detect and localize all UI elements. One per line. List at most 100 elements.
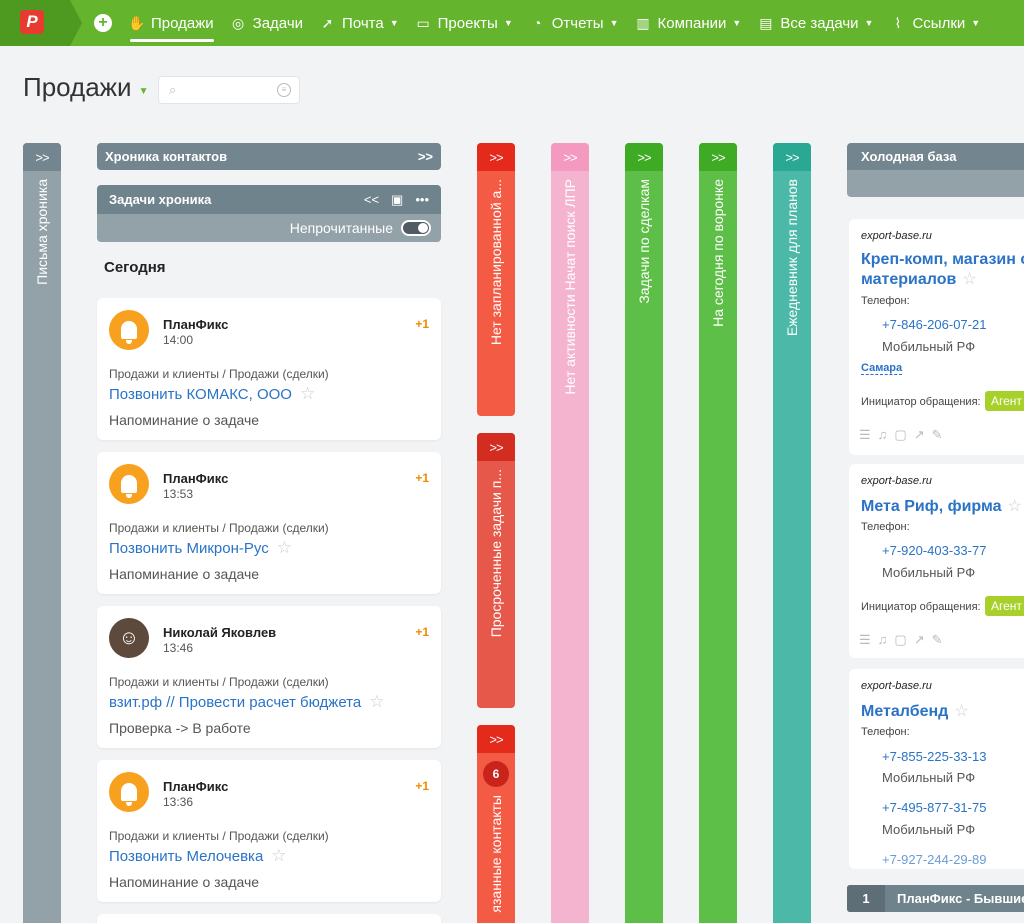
card-plus-badge: +1 [415, 471, 429, 485]
expand-icon[interactable]: >> [551, 143, 589, 171]
card-time: 13:46 [163, 641, 194, 655]
list-item[interactable]: ПланФикс 13:53 +1 Продажи и клиенты / Пр… [97, 452, 441, 594]
collapse-icon[interactable]: << [364, 192, 379, 208]
expand-icon[interactable]: >> [477, 725, 515, 753]
star-icon[interactable]: ☆ [271, 846, 286, 866]
logo[interactable]: P [0, 0, 82, 46]
list-icon[interactable]: ☰ [859, 632, 871, 648]
list-item[interactable]: ПланФикс 14:00 +1 Продажи и клиенты / Пр… [97, 298, 441, 440]
chevron-down-icon: ▼ [503, 18, 513, 28]
chevron-down-icon: ▼ [138, 86, 149, 97]
card-title[interactable]: Металбенд [861, 703, 948, 720]
column-diary[interactable]: >> Ежедневник для планов [773, 143, 811, 923]
nav-companies[interactable]: ▥ Компании ▼ [635, 0, 741, 46]
chevron-down-icon: ▼ [609, 18, 619, 28]
expand-icon[interactable]: >> [418, 149, 433, 164]
nav-label: Почта [342, 14, 384, 32]
check-circle-icon: ◎ [232, 14, 245, 31]
group-label: ПланФикс - Бывшие/ [897, 891, 1024, 906]
star-icon[interactable]: ☆ [1008, 498, 1022, 515]
card-title[interactable]: материалов [861, 271, 956, 288]
add-icon[interactable]: + [94, 14, 112, 32]
clipboard-icon: ▤ [759, 14, 773, 31]
column-title: Письма хроника [34, 179, 50, 285]
expand-icon[interactable]: >> [23, 143, 61, 171]
card-title[interactable]: Мета Риф, фирма [861, 498, 1002, 515]
bell-icon[interactable]: ♫ [878, 632, 888, 648]
phone-link[interactable]: +7-855-225-33-13 [882, 749, 986, 764]
search-input[interactable]: ⌕ ≡ [158, 76, 300, 104]
nav-projects[interactable]: ▭ Проекты ▼ [415, 0, 513, 46]
chevron-down-icon: ▼ [864, 18, 874, 28]
contact-card[interactable]: export-base.ru Металбенд ☆ Телефон: +7-85… [849, 669, 1024, 869]
group-bar[interactable]: 1 ПланФикс - Бывшие/ [847, 885, 1024, 912]
contact-card[interactable]: export-base.ru Креп-комп, магазин с мате… [849, 219, 1024, 455]
card-time: 14:00 [163, 333, 194, 347]
more-icon[interactable]: ••• [415, 192, 429, 208]
expand-icon[interactable]: >> [477, 433, 515, 461]
phone-link[interactable]: +7-920-403-33-77 [882, 543, 986, 558]
list-icon[interactable]: ☰ [859, 427, 871, 443]
column-deal-tasks[interactable]: >> Задачи по сделкам [625, 143, 663, 923]
card-source: export-base.ru [861, 680, 932, 692]
list-item[interactable]: ПланФикс 13:36 +1 Продажи и клиенты / Пр… [97, 760, 441, 902]
list-item[interactable] [97, 914, 441, 923]
avatar: ☺ [109, 618, 149, 658]
card-path: Продажи и клиенты / Продажи (сделки) [109, 521, 329, 535]
column-today-funnel[interactable]: >> На сегодня по воронке [699, 143, 737, 923]
forward-icon[interactable]: ↗ [914, 427, 925, 443]
column-title: Ежедневник для планов [784, 179, 800, 337]
nav-links[interactable]: ⌇ Ссылки ▼ [889, 0, 981, 46]
filter-icon[interactable]: ≡ [277, 83, 291, 97]
star-icon[interactable]: ☆ [962, 271, 976, 288]
nav-all-tasks[interactable]: ▤ Все задачи ▼ [757, 0, 873, 46]
column-overdue-tasks[interactable]: >> Просроченные задачи п... [477, 433, 515, 708]
card-path: Продажи и клиенты / Продажи (сделки) [109, 829, 329, 843]
nav-label: Компании [657, 14, 727, 32]
star-icon[interactable]: ☆ [300, 384, 315, 404]
contact-card[interactable]: export-base.ru Мета Риф, фирма ☆ Телефон:… [849, 464, 1024, 658]
cold-base-column-header[interactable]: Холодная база [847, 143, 1024, 197]
chevron-down-icon: ▼ [389, 18, 399, 28]
unread-label: Непрочитанные [289, 220, 393, 236]
edit-icon[interactable]: ✎ [932, 632, 943, 648]
expand-icon[interactable]: >> [773, 143, 811, 171]
nav-sales[interactable]: ✋ Продажи [128, 0, 214, 46]
bell-icon[interactable]: ♫ [878, 427, 888, 443]
column-letters-chronicle[interactable]: >> Письма хроника [23, 143, 61, 923]
expand-icon[interactable]: >> [477, 143, 515, 171]
forward-icon[interactable]: ↗ [914, 632, 925, 648]
nav-tasks[interactable]: ◎ Задачи [230, 0, 303, 46]
card-task-link[interactable]: Позвонить Микрон-Рус [109, 540, 269, 557]
phone-link[interactable]: +7-495-877-31-75 [882, 800, 986, 815]
city-link[interactable]: Самара [861, 362, 903, 375]
initiator-label: Инициатор обращения: [861, 601, 981, 613]
star-icon[interactable]: ☆ [369, 692, 384, 712]
comment-icon[interactable]: ▢ [894, 632, 906, 648]
card-task-link[interactable]: взит.рф // Провести расчет бюджета [109, 694, 361, 711]
nav-mail[interactable]: ➚ Почта ▼ [319, 0, 399, 46]
column-no-activity[interactable]: >> Нет активности Начат поиск ЛПР [551, 143, 589, 923]
list-item[interactable]: ☺ Николай Яковлев 13:46 +1 Продажи и кли… [97, 606, 441, 748]
nav-reports[interactable]: ◔ Отчеты ▼ [529, 0, 619, 46]
card-task-link[interactable]: Позвонить Мелочевка [109, 848, 263, 865]
scan-icon[interactable]: ▣ [391, 192, 403, 208]
phone-operator: Мобильный РФ [882, 565, 976, 580]
card-title[interactable]: Креп-комп, магазин с [861, 250, 1024, 270]
unread-toggle[interactable] [401, 220, 431, 236]
star-icon[interactable]: ☆ [277, 538, 292, 558]
comment-icon[interactable]: ▢ [894, 427, 906, 443]
expand-icon[interactable]: >> [699, 143, 737, 171]
star-icon[interactable]: ☆ [954, 703, 968, 720]
column-linked-contacts[interactable]: >> 6 язанные контакты [477, 725, 515, 923]
expand-icon[interactable]: >> [625, 143, 663, 171]
column-no-planned-activity[interactable]: >> Нет запланированной а... [477, 143, 515, 416]
page-title[interactable]: Продажи ▼ [23, 72, 149, 103]
contacts-chronicle-header[interactable]: Хроника контактов >> [97, 143, 441, 170]
card-task-link[interactable]: Позвонить КОМАКС, ООО [109, 386, 292, 403]
count-badge: 6 [483, 761, 509, 787]
phone-link[interactable]: +7-927-244-29-89 [882, 852, 986, 867]
edit-icon[interactable]: ✎ [932, 427, 943, 443]
card-plus-badge: +1 [415, 317, 429, 331]
phone-link[interactable]: +7-846-206-07-21 [882, 317, 986, 332]
